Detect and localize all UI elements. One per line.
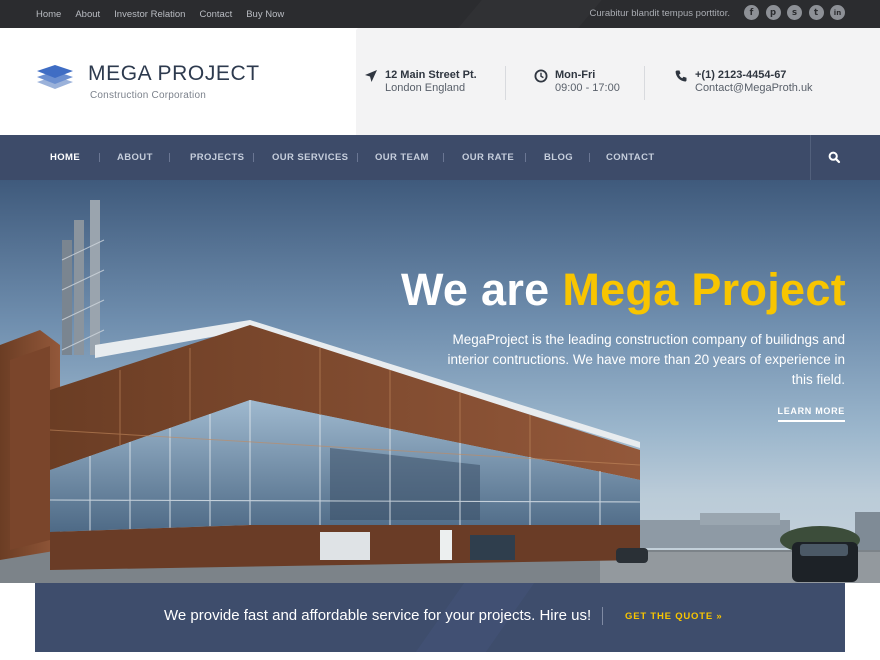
logo-icon[interactable] — [36, 62, 74, 92]
social-links: f p s t in — [744, 5, 852, 20]
linkedin-icon[interactable]: in — [830, 5, 845, 20]
header-separator — [505, 66, 506, 100]
cta-text: We provide fast and affordable service f… — [164, 607, 592, 624]
location-arrow-icon — [365, 70, 377, 82]
search-icon[interactable] — [827, 150, 842, 165]
nav-item-projects[interactable]: PROJECTS — [190, 135, 244, 180]
nav-item-our-team[interactable]: OUR TEAM — [375, 135, 429, 180]
header-wedge — [248, 28, 358, 135]
hero-description: MegaProject is the leading construction … — [447, 332, 845, 387]
top-link-home[interactable]: Home — [36, 9, 61, 20]
main-nav: HOME ABOUT PROJECTS OUR SERVICES OUR TEA… — [0, 135, 880, 180]
nav-separator — [589, 153, 590, 162]
hero-title-highlight: Mega Project — [562, 264, 846, 315]
top-link-buy-now[interactable]: Buy Now — [246, 9, 284, 20]
nav-separator — [99, 153, 100, 162]
learn-more-button[interactable]: LEARN MORE — [777, 406, 845, 422]
top-link-contact[interactable]: Contact — [199, 9, 232, 20]
hero-banner: We are Mega Project MegaProject is the l… — [0, 180, 880, 583]
get-quote-button[interactable]: GET THE QUOTE » — [625, 611, 723, 622]
contact-email[interactable]: Contact@MegaProth.uk — [695, 82, 813, 94]
cta-bar: We provide fast and affordable service f… — [35, 583, 845, 652]
phone-number[interactable]: +(1) 2123-4454-67 — [695, 69, 786, 81]
address-line2: London England — [385, 82, 466, 94]
hero-title: We are Mega Project — [401, 264, 846, 316]
top-links: Home About Investor Relation Contact Buy… — [36, 0, 298, 28]
hours-line1: Mon-Fri — [555, 69, 596, 81]
nav-divider — [810, 135, 811, 180]
header-separator — [644, 66, 645, 100]
twitter-icon[interactable]: t — [808, 5, 824, 20]
nav-separator — [357, 153, 358, 162]
page: Home About Investor Relation Contact Buy… — [0, 0, 880, 660]
nav-item-our-rate[interactable]: OUR RATE — [462, 135, 514, 180]
clock-icon — [534, 69, 548, 83]
nav-separator — [443, 153, 444, 162]
nav-separator — [525, 153, 526, 162]
brand-subtitle: Construction Corporation — [90, 90, 206, 101]
pinterest-icon[interactable]: p — [765, 5, 781, 20]
nav-separator — [169, 153, 170, 162]
hero-title-white: We are — [400, 264, 550, 315]
skype-icon[interactable]: s — [787, 5, 802, 20]
nav-item-contact[interactable]: CONTACT — [606, 135, 655, 180]
nav-separator — [253, 153, 254, 162]
hours-line2: 09:00 - 17:00 — [555, 82, 620, 94]
nav-item-blog[interactable]: BLOG — [544, 135, 573, 180]
nav-item-home[interactable]: HOME — [50, 135, 80, 180]
facebook-icon[interactable]: f — [744, 5, 759, 20]
site-header: MEGA PROJECT Construction Corporation 12… — [0, 28, 880, 135]
top-bar: Home About Investor Relation Contact Buy… — [0, 0, 880, 28]
phone-icon — [675, 70, 687, 82]
nav-item-about[interactable]: ABOUT — [117, 135, 153, 180]
top-tagline: Curabitur blandit tempus porttitor. — [589, 8, 730, 19]
address-line1: 12 Main Street Pt. — [385, 69, 477, 81]
cta-separator — [602, 607, 603, 625]
top-link-about[interactable]: About — [75, 9, 100, 20]
brand-name[interactable]: MEGA PROJECT — [88, 62, 260, 86]
top-link-investor-relation[interactable]: Investor Relation — [114, 9, 185, 20]
nav-item-our-services[interactable]: OUR SERVICES — [272, 135, 348, 180]
